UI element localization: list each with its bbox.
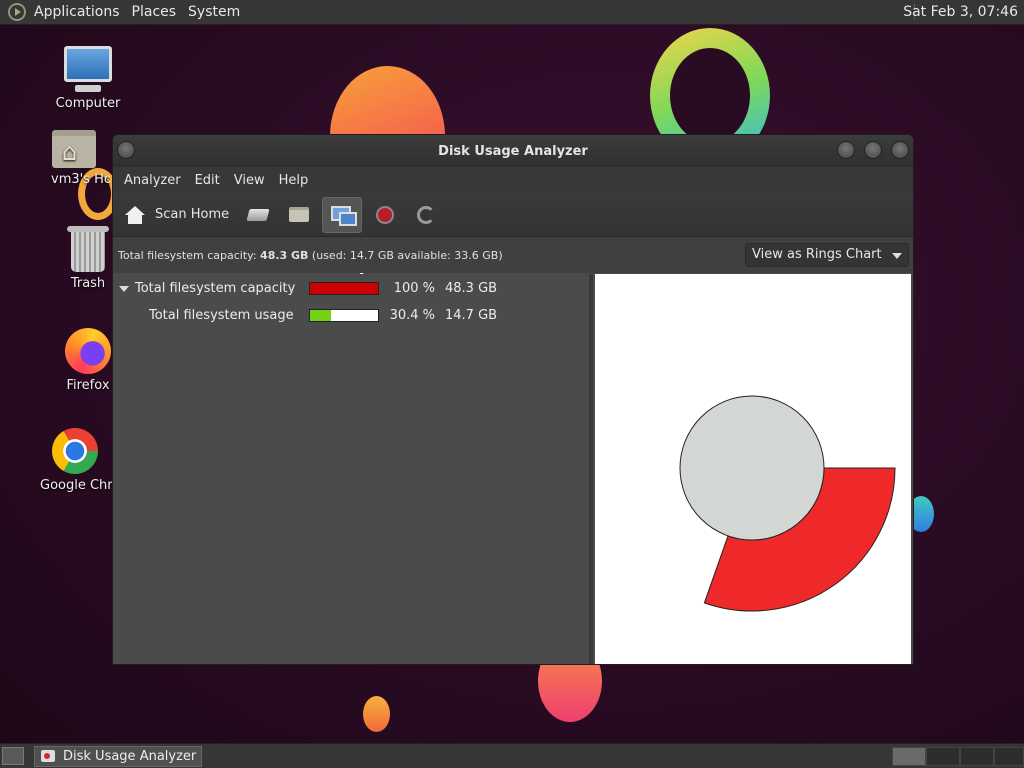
home-folder-icon: [52, 130, 96, 168]
chart-type-select[interactable]: View as Rings Chart: [745, 243, 909, 267]
expander-icon[interactable]: [119, 285, 129, 292]
capacity-prefix: Total filesystem capacity:: [118, 248, 261, 262]
taskbar-window-label: Disk Usage Analyzer: [63, 748, 197, 764]
reload-icon: [417, 205, 436, 224]
tree-row[interactable]: Total filesystem capacity 100 % 48.3 GB: [113, 275, 589, 302]
taskbar-window-button[interactable]: Disk Usage Analyzer: [34, 745, 202, 767]
tree-row-size: 14.7 GB: [445, 308, 498, 323]
stop-icon: [376, 205, 395, 224]
network-icon: [329, 205, 358, 226]
bottom-panel: Disk Usage Analyzer: [0, 743, 1024, 768]
tree-row[interactable]: Total filesystem usage 30.4 % 14.7 GB: [113, 302, 589, 329]
chart-type-value: View as Rings Chart: [752, 247, 882, 262]
rescan-button[interactable]: [408, 197, 444, 233]
tree-row-name: Total filesystem capacity: [135, 281, 296, 296]
usage-bar-fill: [310, 283, 378, 294]
disk-usage-analyzer-window: Disk Usage Analyzer Analyzer Edit View H…: [112, 134, 914, 665]
menu-help[interactable]: Help: [272, 173, 316, 188]
tree-row-percent: 100 %: [393, 281, 435, 296]
computer-icon: [64, 46, 112, 92]
content-area: Total filesystem capacity 100 % 48.3 GB …: [113, 274, 913, 665]
close-button[interactable]: [891, 141, 909, 159]
workspace-3[interactable]: [960, 747, 994, 766]
tree-row-size: 48.3 GB: [445, 281, 498, 296]
menubar: Analyzer Edit View Help: [113, 167, 913, 193]
scan-filesystem-button[interactable]: [240, 197, 276, 233]
top-panel: Applications Places System Sat Feb 3, 07…: [0, 0, 1024, 25]
maximize-button[interactable]: [864, 141, 882, 159]
workspace-1[interactable]: [892, 747, 926, 766]
ring-center[interactable]: [679, 395, 825, 541]
scan-home-button[interactable]: Scan Home: [119, 197, 235, 233]
tree-row-name: Total filesystem usage: [149, 308, 294, 323]
show-desktop-button[interactable]: [2, 747, 24, 765]
wallpaper-blob: [363, 696, 390, 732]
desktop-icon-home[interactable]: vm3's Home: [38, 130, 110, 187]
desktop-icon-label: Computer: [55, 96, 121, 111]
disk-usage-icon: [41, 750, 55, 762]
capacity-summary: Total filesystem capacity: 48.3 GB (used…: [118, 249, 503, 262]
menu-edit[interactable]: Edit: [188, 173, 227, 188]
clock[interactable]: Sat Feb 3, 07:46: [903, 4, 1018, 20]
usage-bar: [309, 282, 379, 295]
drive-icon: [246, 208, 270, 221]
rings-chart[interactable]: [595, 274, 911, 665]
menu-view[interactable]: View: [227, 173, 272, 188]
chevron-down-icon: [892, 253, 902, 259]
menu-applications[interactable]: Applications: [34, 4, 120, 20]
workspace-4[interactable]: [994, 747, 1024, 766]
scan-remote-button[interactable]: [322, 196, 363, 233]
toolbar: Scan Home: [113, 193, 913, 279]
desktop-icon-chrome[interactable]: Google Chrome: [38, 428, 112, 493]
window-menu-icon[interactable]: [117, 141, 135, 159]
folder-icon: [289, 207, 310, 222]
firefox-icon: [65, 328, 111, 374]
chrome-icon: [52, 428, 98, 474]
capacity-value: 48.3 GB: [260, 248, 309, 262]
folder-tree[interactable]: Total filesystem capacity 100 % 48.3 GB …: [113, 274, 593, 664]
window-titlebar[interactable]: Disk Usage Analyzer: [113, 135, 913, 167]
scan-home-label: Scan Home: [155, 207, 230, 222]
usage-bar: [309, 309, 379, 322]
capacity-bar: Total filesystem capacity: 48.3 GB (used…: [113, 237, 913, 273]
menu-system[interactable]: System: [188, 4, 240, 20]
desktop-icon-label: Google Chrome: [40, 478, 112, 493]
trash-icon: [67, 226, 109, 272]
main-menu-icon[interactable]: [8, 3, 26, 21]
capacity-detail: (used: 14.7 GB available: 33.6 GB): [308, 248, 503, 262]
stop-button[interactable]: [367, 197, 403, 233]
workspace-2[interactable]: [926, 747, 960, 766]
home-icon: [125, 205, 145, 224]
minimize-button[interactable]: [837, 141, 855, 159]
menu-places[interactable]: Places: [132, 4, 177, 20]
menu-analyzer[interactable]: Analyzer: [117, 173, 188, 188]
desktop-icon-computer[interactable]: Computer: [38, 46, 138, 111]
usage-bar-fill: [310, 310, 331, 321]
window-title: Disk Usage Analyzer: [438, 143, 588, 159]
scan-folder-button[interactable]: [281, 197, 317, 233]
tree-row-percent: 30.4 %: [389, 308, 435, 323]
desktop-icon-label: vm3's Home: [51, 172, 110, 187]
rings-chart-svg[interactable]: [595, 274, 911, 665]
